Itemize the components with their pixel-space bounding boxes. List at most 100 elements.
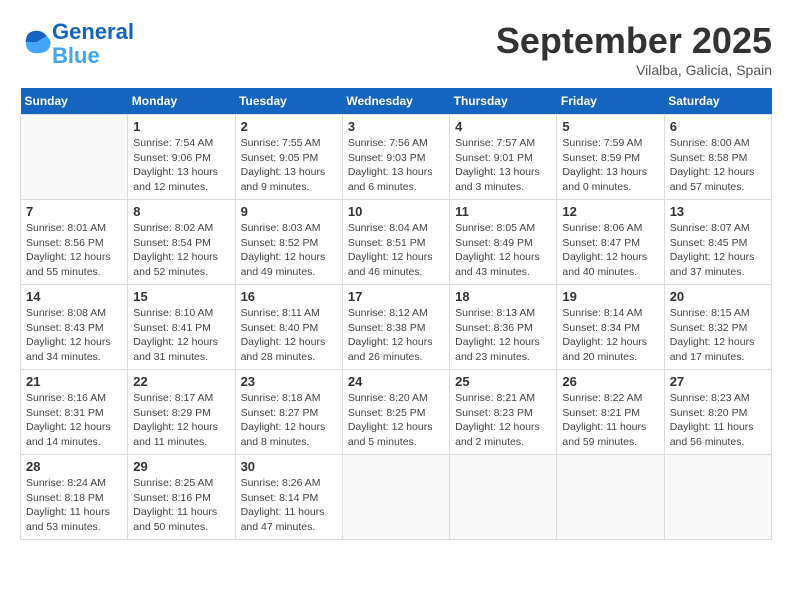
logo: General Blue — [20, 20, 134, 68]
calendar-cell: 23 Sunrise: 8:18 AMSunset: 8:27 PMDayligh… — [235, 370, 342, 455]
calendar-cell: 7Sunrise: 8:01 AMSunset: 8:56 PMDaylight… — [21, 200, 128, 285]
calendar-week-4: 21Sunrise: 8:16 AMSunset: 8:31 PMDayligh… — [21, 370, 772, 455]
day-info: Sunrise: 8:05 AMSunset: 8:49 PMDaylight:… — [455, 221, 551, 280]
day-info: Sunrise: 8:11 AMSunset: 8:40 PMDaylight:… — [241, 306, 337, 365]
logo-line1: General — [52, 19, 134, 44]
day-info: Sunrise: 7:57 AMSunset: 9:01 PMDaylight:… — [455, 136, 551, 195]
day-info: Sunrise: 8:03 AMSunset: 8:52 PMDaylight:… — [241, 221, 337, 280]
day-number: 16 — [241, 289, 337, 304]
day-number: 2 — [241, 119, 337, 134]
day-number: 4 — [455, 119, 551, 134]
day-number: 6 — [670, 119, 766, 134]
day-info: Sunrise: 7:56 AMSunset: 9:03 PMDaylight:… — [348, 136, 444, 195]
day-info: Sunrise: 8:20 AMSunset: 8:25 PMDaylight:… — [348, 391, 444, 450]
calendar-cell: 2 Sunrise: 7:55 AMSunset: 9:05 PMDaylight… — [235, 115, 342, 200]
day-number: 23 — [241, 374, 337, 389]
calendar-cell: 11 Sunrise: 8:05 AMSunset: 8:49 PMDayligh… — [450, 200, 557, 285]
day-info: Sunrise: 8:17 AMSunset: 8:29 PMDaylight:… — [133, 391, 229, 450]
calendar-cell: 9 Sunrise: 8:03 AMSunset: 8:52 PMDaylight… — [235, 200, 342, 285]
calendar-table: SundayMondayTuesdayWednesdayThursdayFrid… — [20, 88, 772, 540]
calendar-cell: 8Sunrise: 8:02 AMSunset: 8:54 PMDaylight… — [128, 200, 235, 285]
day-number: 9 — [241, 204, 337, 219]
day-number: 13 — [670, 204, 766, 219]
day-info: Sunrise: 7:55 AMSunset: 9:05 PMDaylight:… — [241, 136, 337, 195]
day-info: Sunrise: 8:21 AMSunset: 8:23 PMDaylight:… — [455, 391, 551, 450]
calendar-cell: 5 Sunrise: 7:59 AMSunset: 8:59 PMDaylight… — [557, 115, 664, 200]
month-title: September 2025 — [496, 20, 772, 62]
calendar-cell: 21Sunrise: 8:16 AMSunset: 8:31 PMDayligh… — [21, 370, 128, 455]
day-info: Sunrise: 8:15 AMSunset: 8:32 PMDaylight:… — [670, 306, 766, 365]
calendar-cell: 17 Sunrise: 8:12 AMSunset: 8:38 PMDayligh… — [342, 285, 449, 370]
day-info: Sunrise: 8:07 AMSunset: 8:45 PMDaylight:… — [670, 221, 766, 280]
day-number: 28 — [26, 459, 122, 474]
day-info: Sunrise: 7:59 AMSunset: 8:59 PMDaylight:… — [562, 136, 658, 195]
day-info: Sunrise: 8:00 AMSunset: 8:58 PMDaylight:… — [670, 136, 766, 195]
day-number: 19 — [562, 289, 658, 304]
weekday-header-monday: Monday — [128, 88, 235, 115]
day-info: Sunrise: 8:24 AMSunset: 8:18 PMDaylight:… — [26, 476, 122, 535]
day-info: Sunrise: 8:14 AMSunset: 8:34 PMDaylight:… — [562, 306, 658, 365]
day-number: 11 — [455, 204, 551, 219]
day-number: 1 — [133, 119, 229, 134]
day-info: Sunrise: 8:04 AMSunset: 8:51 PMDaylight:… — [348, 221, 444, 280]
calendar-cell: 12 Sunrise: 8:06 AMSunset: 8:47 PMDayligh… — [557, 200, 664, 285]
calendar-cell: 25 Sunrise: 8:21 AMSunset: 8:23 PMDayligh… — [450, 370, 557, 455]
weekday-header-wednesday: Wednesday — [342, 88, 449, 115]
calendar-cell: 27Sunrise: 8:23 AMSunset: 8:20 PMDayligh… — [664, 370, 771, 455]
day-info: Sunrise: 8:12 AMSunset: 8:38 PMDaylight:… — [348, 306, 444, 365]
calendar-cell: 1 Sunrise: 7:54 AMSunset: 9:06 PMDaylight… — [128, 115, 235, 200]
calendar-cell: 19 Sunrise: 8:14 AMSunset: 8:34 PMDayligh… — [557, 285, 664, 370]
calendar-cell: 16 Sunrise: 8:11 AMSunset: 8:40 PMDayligh… — [235, 285, 342, 370]
day-number: 15 — [133, 289, 229, 304]
calendar-cell: 4 Sunrise: 7:57 AMSunset: 9:01 PMDaylight… — [450, 115, 557, 200]
day-number: 10 — [348, 204, 444, 219]
calendar-cell: 24 Sunrise: 8:20 AMSunset: 8:25 PMDayligh… — [342, 370, 449, 455]
day-number: 17 — [348, 289, 444, 304]
logo-text: General Blue — [52, 20, 134, 68]
weekday-header-row: SundayMondayTuesdayWednesdayThursdayFrid… — [21, 88, 772, 115]
calendar-cell: 14Sunrise: 8:08 AMSunset: 8:43 PMDayligh… — [21, 285, 128, 370]
calendar-cell: 22 Sunrise: 8:17 AMSunset: 8:29 PMDayligh… — [128, 370, 235, 455]
weekday-header-friday: Friday — [557, 88, 664, 115]
calendar-cell — [557, 455, 664, 540]
day-info: Sunrise: 8:10 AMSunset: 8:41 PMDaylight:… — [133, 306, 229, 365]
day-info: Sunrise: 8:22 AMSunset: 8:21 PMDaylight:… — [562, 391, 658, 450]
day-number: 12 — [562, 204, 658, 219]
day-info: Sunrise: 8:02 AMSunset: 8:54 PMDaylight:… — [133, 221, 229, 280]
day-number: 25 — [455, 374, 551, 389]
logo-line2: Blue — [52, 43, 100, 68]
calendar-cell: 30Sunrise: 8:26 AMSunset: 8:14 PMDayligh… — [235, 455, 342, 540]
day-info: Sunrise: 8:13 AMSunset: 8:36 PMDaylight:… — [455, 306, 551, 365]
day-info: Sunrise: 8:16 AMSunset: 8:31 PMDaylight:… — [26, 391, 122, 450]
day-number: 24 — [348, 374, 444, 389]
header: General Blue September 2025 Vilalba, Gal… — [20, 20, 772, 78]
location: Vilalba, Galicia, Spain — [496, 62, 772, 78]
day-info: Sunrise: 8:25 AMSunset: 8:16 PMDaylight:… — [133, 476, 229, 535]
calendar-week-2: 7Sunrise: 8:01 AMSunset: 8:56 PMDaylight… — [21, 200, 772, 285]
calendar-cell — [450, 455, 557, 540]
calendar-cell: 13 Sunrise: 8:07 AMSunset: 8:45 PMDayligh… — [664, 200, 771, 285]
calendar-cell: 28 Sunrise: 8:24 AMSunset: 8:18 PMDayligh… — [21, 455, 128, 540]
weekday-header-tuesday: Tuesday — [235, 88, 342, 115]
day-number: 7 — [26, 204, 122, 219]
day-number: 26 — [562, 374, 658, 389]
calendar-cell — [664, 455, 771, 540]
calendar-week-5: 28 Sunrise: 8:24 AMSunset: 8:18 PMDayligh… — [21, 455, 772, 540]
day-info: Sunrise: 7:54 AMSunset: 9:06 PMDaylight:… — [133, 136, 229, 195]
weekday-header-saturday: Saturday — [664, 88, 771, 115]
day-number: 18 — [455, 289, 551, 304]
calendar-cell: 6 Sunrise: 8:00 AMSunset: 8:58 PMDaylight… — [664, 115, 771, 200]
day-number: 22 — [133, 374, 229, 389]
day-info: Sunrise: 8:18 AMSunset: 8:27 PMDaylight:… — [241, 391, 337, 450]
calendar-cell: 15 Sunrise: 8:10 AMSunset: 8:41 PMDayligh… — [128, 285, 235, 370]
calendar-cell: 29Sunrise: 8:25 AMSunset: 8:16 PMDayligh… — [128, 455, 235, 540]
day-info: Sunrise: 8:06 AMSunset: 8:47 PMDaylight:… — [562, 221, 658, 280]
weekday-header-thursday: Thursday — [450, 88, 557, 115]
calendar-cell: 10 Sunrise: 8:04 AMSunset: 8:51 PMDayligh… — [342, 200, 449, 285]
calendar-cell — [342, 455, 449, 540]
day-number: 5 — [562, 119, 658, 134]
calendar-cell: 26 Sunrise: 8:22 AMSunset: 8:21 PMDayligh… — [557, 370, 664, 455]
logo-icon — [22, 27, 52, 57]
calendar-cell: 20Sunrise: 8:15 AMSunset: 8:32 PMDayligh… — [664, 285, 771, 370]
day-info: Sunrise: 8:08 AMSunset: 8:43 PMDaylight:… — [26, 306, 122, 365]
